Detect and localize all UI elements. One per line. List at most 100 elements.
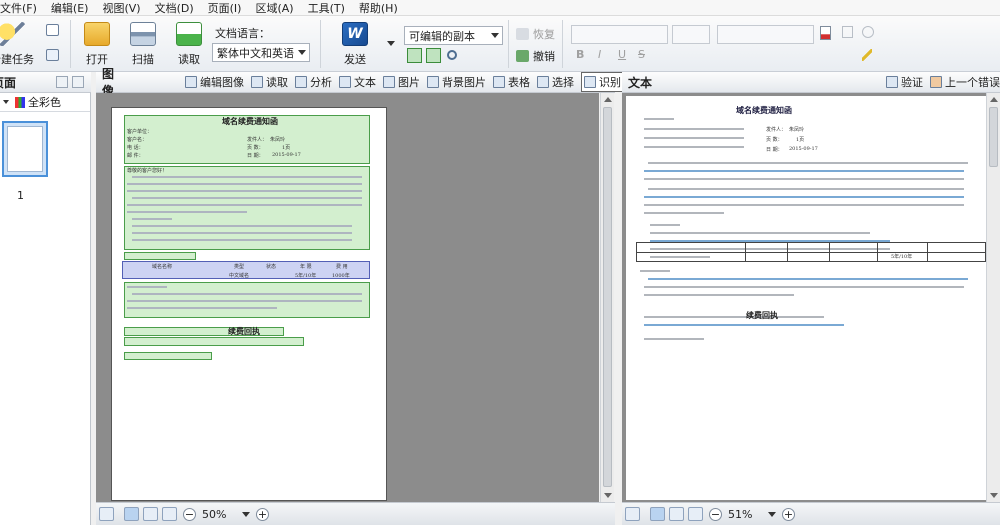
- text-line: [644, 294, 794, 296]
- image-vertical-scrollbar[interactable]: [600, 93, 614, 502]
- scroll-up-icon[interactable]: [604, 97, 612, 102]
- omega-symbol-icon[interactable]: [842, 26, 853, 38]
- scroll-thumb[interactable]: [989, 107, 998, 167]
- send-button[interactable]: W 发送: [342, 22, 368, 67]
- image-view[interactable]: 域名续费通知函 客户单位： 客户名： 电 话： 邮 件： 发件人： 朱凤玲 页 …: [96, 93, 599, 502]
- date-value: 2015-09-17: [272, 152, 301, 158]
- read-document-icon: [176, 22, 202, 46]
- color-mode-label[interactable]: 全彩色: [28, 94, 61, 110]
- fit-page-icon[interactable]: [650, 507, 665, 521]
- menu-file[interactable]: 文件(F): [0, 0, 45, 16]
- recognition-area-signature[interactable]: [124, 352, 212, 360]
- table-tool[interactable]: 表格: [493, 72, 530, 92]
- collapse-up-icon[interactable]: [625, 507, 640, 521]
- text-color-icon[interactable]: [820, 26, 831, 40]
- menu-area[interactable]: 区域(A): [249, 0, 301, 16]
- page-thumbnail[interactable]: [2, 121, 48, 177]
- recognition-area-body[interactable]: [124, 166, 370, 250]
- zoom-in-icon[interactable]: +: [782, 507, 795, 521]
- background-picture-icon: [427, 76, 440, 88]
- underline-button[interactable]: U: [618, 48, 626, 61]
- fit-page-icon[interactable]: [124, 507, 139, 521]
- recognition-area-footer-line[interactable]: [124, 337, 304, 346]
- document-icon-btn[interactable]: [46, 24, 63, 36]
- previous-error-button[interactable]: 上一个错误: [930, 74, 1000, 90]
- label-sender: 发件人：: [247, 137, 268, 143]
- recognized-date-label: 日 期：: [766, 147, 783, 153]
- scroll-up-icon[interactable]: [990, 97, 998, 102]
- layout-mode-1-icon[interactable]: [407, 48, 422, 63]
- zoom-out-icon[interactable]: −: [709, 507, 722, 521]
- italic-button[interactable]: I: [598, 48, 601, 61]
- strikethrough-button[interactable]: S: [638, 48, 645, 61]
- verify-button[interactable]: 验证: [886, 74, 923, 90]
- text-line: [132, 225, 352, 227]
- page-down-icon[interactable]: [72, 76, 84, 88]
- scroll-down-icon[interactable]: [604, 493, 612, 498]
- recognized-receipt-title: 续费回执: [746, 310, 778, 320]
- link-icon[interactable]: [862, 26, 874, 38]
- actual-size-icon[interactable]: [162, 507, 177, 521]
- color-palette-icon: [15, 96, 25, 108]
- fit-width-icon[interactable]: [143, 507, 158, 521]
- menu-help[interactable]: 帮助(H): [353, 0, 406, 16]
- scroll-down-icon[interactable]: [990, 493, 998, 498]
- menu-tools[interactable]: 工具(T): [302, 0, 353, 16]
- zoom-out-icon[interactable]: −: [183, 507, 196, 521]
- text-line: [644, 338, 704, 340]
- menu-view[interactable]: 视图(V): [96, 0, 148, 16]
- table-header-status: 状态: [266, 264, 277, 270]
- new-task-button[interactable]: 新建任务: [0, 22, 34, 67]
- select-tool[interactable]: 选择: [537, 72, 574, 92]
- scan-button[interactable]: 扫描: [130, 22, 156, 67]
- text-line: [127, 286, 167, 288]
- copy-icon-btn[interactable]: [46, 49, 63, 61]
- bold-button[interactable]: B: [576, 48, 584, 61]
- recognition-area-caption[interactable]: [124, 252, 196, 260]
- text-line: [644, 196, 964, 198]
- text-tool[interactable]: 文本: [339, 72, 376, 92]
- restore-button[interactable]: 恢复: [516, 26, 555, 42]
- highlighter-icon[interactable]: [862, 49, 872, 61]
- chevron-down-icon: [298, 50, 306, 55]
- chevron-down-icon[interactable]: [768, 511, 776, 517]
- read-button[interactable]: 读取: [176, 22, 202, 67]
- analyze-tool[interactable]: 分析: [295, 72, 332, 92]
- undo-button[interactable]: 撤销: [516, 48, 555, 64]
- color-mode-arrow-icon[interactable]: [3, 100, 9, 104]
- send-dropdown-arrow-icon[interactable]: [387, 41, 395, 46]
- picture-tool[interactable]: 图片: [383, 72, 420, 92]
- style-select[interactable]: [717, 25, 814, 44]
- font-size-select[interactable]: [672, 25, 710, 44]
- chevron-down-icon[interactable]: [242, 511, 250, 517]
- text-vertical-scrollbar[interactable]: [986, 93, 1000, 502]
- copy-icon: [46, 49, 59, 61]
- text-line: [127, 190, 362, 192]
- open-button[interactable]: 打开: [84, 22, 110, 67]
- ribbon-toolbar: 新建任务 打开 扫描 读取 文档语言： 繁体中文和英语 W 发送 可编辑的副本 …: [0, 16, 1000, 72]
- text-area-icon: [339, 76, 352, 88]
- menu-edit[interactable]: 编辑(E): [45, 0, 97, 16]
- page-up-icon[interactable]: [56, 76, 68, 88]
- document-language-select[interactable]: 繁体中文和英语: [212, 43, 310, 62]
- collapse-up-icon[interactable]: [99, 507, 114, 521]
- scroll-thumb[interactable]: [603, 107, 612, 487]
- recognition-area-footer-title[interactable]: [124, 327, 284, 336]
- ribbon-separator: [320, 20, 321, 68]
- read-tool[interactable]: 读取: [251, 72, 288, 92]
- zoom-in-icon[interactable]: +: [256, 507, 269, 521]
- font-family-select[interactable]: [571, 25, 668, 44]
- previous-error-icon: [930, 76, 942, 88]
- menu-document[interactable]: 文档(D): [149, 0, 202, 16]
- fit-width-icon[interactable]: [669, 507, 684, 521]
- image-zoom-level[interactable]: 50%: [202, 508, 240, 521]
- text-zoom-level[interactable]: 51%: [728, 508, 766, 521]
- actual-size-icon[interactable]: [688, 507, 703, 521]
- menu-page[interactable]: 页面(I): [202, 0, 250, 16]
- edit-image-tool[interactable]: 编辑图像: [185, 72, 244, 92]
- magnifier-icon[interactable]: [447, 50, 457, 60]
- word-document-icon: W: [342, 22, 368, 46]
- copy-mode-select[interactable]: 可编辑的副本: [404, 26, 503, 45]
- layout-mode-2-icon[interactable]: [426, 48, 441, 63]
- background-picture-tool[interactable]: 背景图片: [427, 72, 486, 92]
